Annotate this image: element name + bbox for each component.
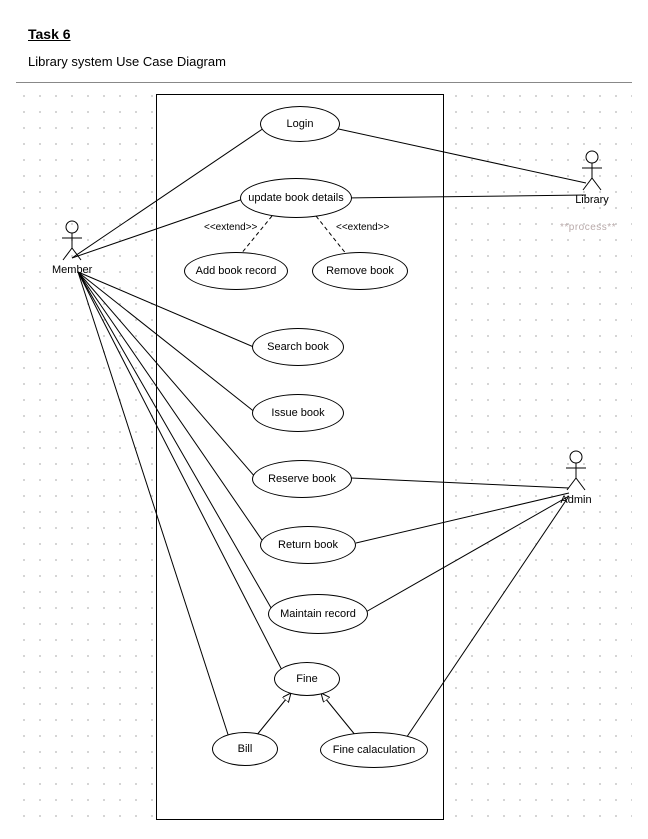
actor-icon	[578, 150, 606, 192]
uc-reserve-book: Reserve book	[252, 460, 352, 498]
process-hint: **process**	[560, 222, 616, 233]
uc-issue-book: Issue book	[252, 394, 344, 432]
uc-fine-calc: Fine calaculation	[320, 732, 428, 768]
actor-member: Member	[52, 220, 92, 276]
page: Task 6 Library system Use Case Diagram	[0, 0, 648, 839]
uc-maintain-record: Maintain record	[268, 594, 368, 634]
divider	[16, 82, 632, 83]
uc-remove-book: Remove book	[312, 252, 408, 290]
page-title: Task 6	[28, 26, 71, 42]
extend-label-right: <<extend>>	[336, 222, 389, 233]
actor-icon	[562, 450, 590, 492]
uc-bill: Bill	[212, 732, 278, 766]
uc-search-book: Search book	[252, 328, 344, 366]
uc-return-book: Return book	[260, 526, 356, 564]
uc-add-record: Add book record	[184, 252, 288, 290]
extend-label-left: <<extend>>	[204, 222, 257, 233]
page-subtitle: Library system Use Case Diagram	[28, 54, 226, 69]
actor-admin-label: Admin	[556, 494, 596, 506]
actor-icon	[58, 220, 86, 262]
diagram-canvas: Member Library **process** Admin	[16, 88, 632, 823]
actor-library-label: Library	[572, 194, 612, 206]
uc-fine: Fine	[274, 662, 340, 696]
actor-member-label: Member	[52, 264, 92, 276]
uc-login: Login	[260, 106, 340, 142]
uc-update-details: update book details	[240, 178, 352, 218]
actor-admin: Admin	[556, 450, 596, 506]
actor-library: Library	[572, 150, 612, 206]
